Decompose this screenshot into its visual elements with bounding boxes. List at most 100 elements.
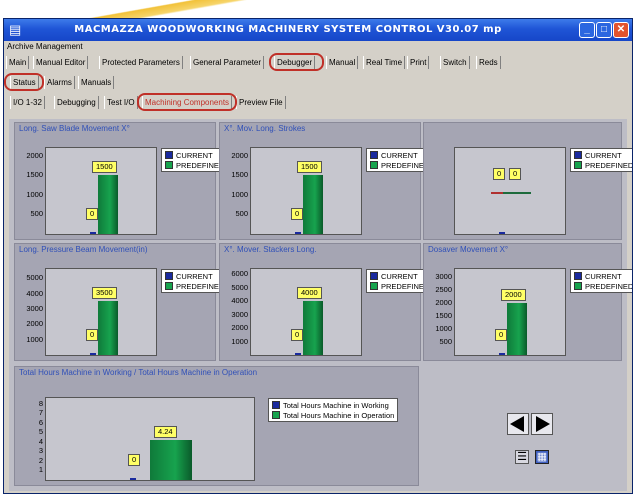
- menu-bar: Archive Management: [4, 41, 632, 53]
- legend-working-label: Total Hours Machine in Working: [283, 400, 389, 410]
- title-bar[interactable]: ▤ MACMAZZA WOODWORKING MACHINERY SYSTEM …: [4, 19, 632, 41]
- legend-row: PREDEFINED: [574, 281, 633, 291]
- y-tick-label: 2000: [435, 297, 452, 307]
- arrow-left-icon: [510, 416, 524, 432]
- bar-plot: 00: [454, 147, 566, 235]
- y-tick-label: 3000: [231, 309, 248, 319]
- legend-row: CURRENT: [574, 271, 632, 281]
- legend-current-swatch: [574, 272, 582, 280]
- third-tab-row: I/O 1-32 Debugging Test I/O Machining Co…: [4, 95, 632, 110]
- chart-legend: CURRENT PREDEFINED: [570, 148, 633, 172]
- bar-plot: 2000 1500 1000 500 0 1500: [231, 147, 362, 235]
- legend-predefined-swatch: [574, 161, 582, 169]
- current-bar: [90, 353, 96, 355]
- legend-predefined-swatch: [574, 282, 582, 290]
- y-tick-label: 3: [38, 446, 43, 456]
- tab-real-time[interactable]: Real Time: [363, 56, 406, 69]
- predefined-value-label: 4000: [297, 287, 322, 300]
- chart-area: Long. Saw Blade Movement X° 2000 1500 1000 5…: [9, 119, 632, 491]
- hours-legend: Total Hours Machine in Working Total Hou…: [268, 398, 399, 422]
- y-tick-label: 500: [439, 336, 452, 346]
- legend-operation-label: Total Hours Machine in Operation: [283, 410, 395, 420]
- y-tick-label: 5000: [26, 273, 43, 283]
- current-value-label: 0: [86, 208, 99, 220]
- bar-plot: 2000 1500 1000 500 0 1500: [26, 147, 157, 235]
- panel-title: Long. Pressure Beam Movement(in): [19, 245, 148, 254]
- tab-alarms[interactable]: Alarms: [44, 76, 75, 89]
- tab-main[interactable]: Main: [6, 56, 30, 69]
- predefined-value-label: 1500: [92, 161, 117, 174]
- tab-test-io[interactable]: Test I/O: [104, 96, 138, 109]
- y-tick-label: 2000: [231, 150, 248, 160]
- list-icon[interactable]: ☰: [515, 450, 529, 464]
- legend-row: CURRENT: [165, 150, 224, 160]
- current-value-label: 0: [86, 329, 99, 341]
- panel-title: X°. Mov. Long. Strokes: [224, 124, 306, 133]
- y-tick-label: 2000: [26, 319, 43, 329]
- legend-row: CURRENT: [370, 271, 429, 281]
- legend-predefined-swatch: [370, 161, 378, 169]
- tab-io-1-32[interactable]: I/O 1-32: [10, 96, 45, 109]
- window-title: MACMAZZA WOODWORKING MACHINERY SYSTEM CO…: [74, 24, 502, 35]
- tab-preview-file[interactable]: Preview File: [236, 96, 286, 109]
- hours-panel: Total Hours Machine in Working / Total H…: [14, 366, 419, 486]
- predefined-value-label: 0: [509, 168, 522, 180]
- working-value-label: 0: [128, 454, 141, 466]
- tab-debugging[interactable]: Debugging: [54, 96, 99, 109]
- tab-general-parameter[interactable]: General Parameter: [190, 56, 265, 69]
- operation-value-label: 4.24: [154, 425, 177, 438]
- current-bar: [499, 353, 505, 355]
- tab-manual[interactable]: Manual: [326, 56, 359, 69]
- close-button[interactable]: ✕: [613, 22, 629, 38]
- legend-row: PREDEFINED: [370, 281, 429, 291]
- legend-predefined-label: PREDEFINED: [585, 160, 633, 170]
- current-value-label: 0: [493, 168, 506, 180]
- metric-panel: 0 0 CURRENT PREDEFINED: [423, 122, 632, 240]
- y-tick-label: 4000: [26, 288, 43, 298]
- legend-row: PREDEFINED: [574, 160, 633, 170]
- minimize-button[interactable]: _: [579, 22, 595, 38]
- legend-current-swatch: [165, 272, 173, 280]
- menu-archive-management[interactable]: Archive Management: [7, 42, 83, 51]
- bar-plot: 3000 2500 2000 1500 1000 500 0 2000: [435, 268, 566, 356]
- y-tick-label: 1500: [231, 170, 248, 180]
- tab-print[interactable]: Print: [407, 56, 430, 69]
- legend-predefined-swatch: [370, 282, 378, 290]
- y-tick-label: 1500: [26, 170, 43, 180]
- legend-current-swatch: [370, 272, 378, 280]
- current-value-label: 0: [291, 208, 304, 220]
- tab-reds[interactable]: Reds: [476, 56, 501, 69]
- y-tick-label: 2000: [231, 323, 248, 333]
- next-button[interactable]: [531, 413, 553, 435]
- tab-protected-parameters[interactable]: Protected Parameters: [99, 56, 183, 69]
- metric-panel: Long. Pressure Beam Movement(in) 5000 4000…: [14, 243, 229, 361]
- legend-operation-swatch: [272, 411, 280, 419]
- app-window: ▤ MACMAZZA WOODWORKING MACHINERY SYSTEM …: [3, 18, 633, 494]
- y-tick-label: 1500: [435, 310, 452, 320]
- tab-switch[interactable]: Switch: [440, 56, 470, 69]
- legend-predefined-swatch: [165, 282, 173, 290]
- legend-current-swatch: [165, 151, 173, 159]
- save-icon[interactable]: ▦: [535, 450, 549, 464]
- y-tick-label: 1000: [231, 189, 248, 199]
- y-tick-label: 5000: [231, 282, 248, 292]
- metric-panel: X°. Mover. Stackers Long. 6000 5000 4000 300…: [219, 243, 434, 361]
- legend-predefined-label: PREDEFINED: [585, 281, 633, 291]
- previous-button[interactable]: [507, 413, 529, 435]
- highlight-status: [4, 73, 44, 91]
- tab-manual-editor[interactable]: Manual Editor: [33, 56, 89, 69]
- predefined-bar: [303, 175, 323, 234]
- y-tick-label: 2500: [435, 284, 452, 294]
- maximize-button[interactable]: □: [596, 22, 612, 38]
- y-tick-label: 1: [38, 465, 43, 475]
- predefined-bar: [303, 301, 323, 355]
- y-tick-label: 2: [38, 455, 43, 465]
- operation-bar: [150, 439, 192, 480]
- predefined-value-label: 2000: [501, 288, 526, 301]
- legend-current-label: CURRENT: [585, 150, 622, 160]
- current-bar: [295, 353, 301, 355]
- hours-plot: 8 7 6 5 4 3 2 1 0 4.24: [39, 397, 255, 481]
- y-tick-label: 6000: [231, 269, 248, 279]
- tab-manuals[interactable]: Manuals: [78, 76, 115, 89]
- highlight-debugger: [269, 53, 324, 71]
